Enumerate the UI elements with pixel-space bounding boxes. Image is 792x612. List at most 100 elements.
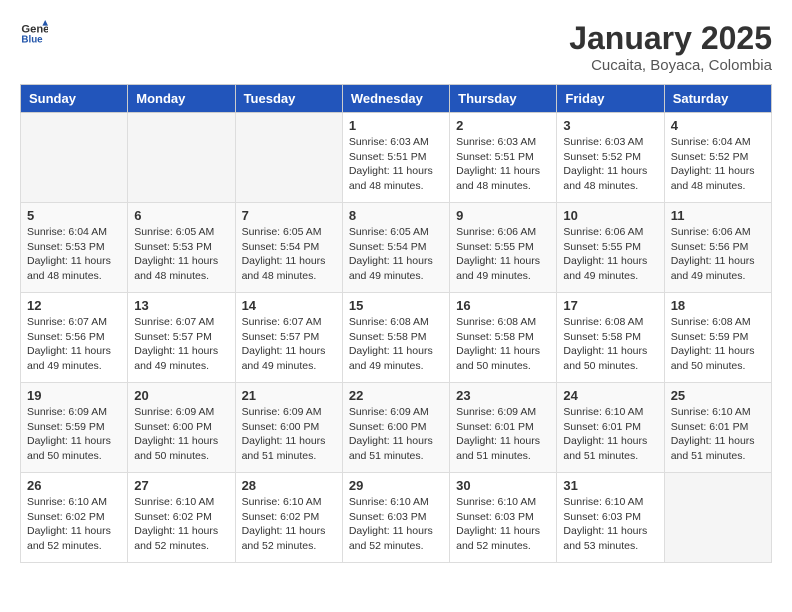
- day-number: 30: [456, 478, 550, 493]
- calendar-cell: 10 Sunrise: 6:06 AM Sunset: 5:55 PM Dayli…: [557, 203, 664, 293]
- calendar-cell: 1 Sunrise: 6:03 AM Sunset: 5:51 PM Daylig…: [342, 113, 449, 203]
- day-number: 31: [563, 478, 657, 493]
- calendar-cell: 7 Sunrise: 6:05 AM Sunset: 5:54 PM Daylig…: [235, 203, 342, 293]
- day-info: Sunrise: 6:10 AM Sunset: 6:02 PM Dayligh…: [27, 495, 121, 554]
- calendar-cell: 2Sunrise: 6:03 AM Sunset: 5:51 PM Daylig…: [450, 113, 557, 203]
- calendar-week-3: 12 Sunrise: 6:07 AM Sunset: 5:56 PM Dayli…: [21, 293, 772, 383]
- day-info: Sunrise: 6:04 AM Sunset: 5:52 PM Dayligh…: [671, 135, 765, 194]
- day-number: 26: [27, 478, 121, 493]
- day-number: 4: [671, 118, 765, 133]
- calendar-cell: [235, 113, 342, 203]
- calendar-header-row: SundayMondayTuesdayWednesdayThursdayFrid…: [21, 85, 772, 113]
- day-number: 16: [456, 298, 550, 313]
- day-info: Sunrise: 6:03 AM Sunset: 5:51 PM Dayligh…: [349, 135, 443, 194]
- day-info: Sunrise: 6:09 AM Sunset: 6:00 PM Dayligh…: [242, 405, 336, 464]
- calendar-week-4: 19 Sunrise: 6:09 AM Sunset: 5:59 PM Dayli…: [21, 383, 772, 473]
- calendar-cell: 21Sunrise: 6:09 AM Sunset: 6:00 PM Dayli…: [235, 383, 342, 473]
- day-number: 22: [349, 388, 443, 403]
- day-info: Sunrise: 6:08 AM Sunset: 5:58 PM Dayligh…: [456, 315, 550, 374]
- calendar-cell: 11 Sunrise: 6:06 AM Sunset: 5:56 PM Dayli…: [664, 203, 771, 293]
- day-number: 6: [134, 208, 228, 223]
- day-info: Sunrise: 6:06 AM Sunset: 5:55 PM Dayligh…: [563, 225, 657, 284]
- day-info: Sunrise: 6:09 AM Sunset: 5:59 PM Dayligh…: [27, 405, 121, 464]
- header-tuesday: Tuesday: [235, 85, 342, 113]
- day-info: Sunrise: 6:08 AM Sunset: 5:58 PM Dayligh…: [563, 315, 657, 374]
- day-number: 2: [456, 118, 550, 133]
- day-number: 14: [242, 298, 336, 313]
- header-sunday: Sunday: [21, 85, 128, 113]
- day-number: 29: [349, 478, 443, 493]
- day-number: 23: [456, 388, 550, 403]
- calendar-cell: 18 Sunrise: 6:08 AM Sunset: 5:59 PM Dayli…: [664, 293, 771, 383]
- calendar-cell: 30Sunrise: 6:10 AM Sunset: 6:03 PM Dayli…: [450, 473, 557, 563]
- day-info: Sunrise: 6:10 AM Sunset: 6:01 PM Dayligh…: [563, 405, 657, 464]
- calendar-cell: 12 Sunrise: 6:07 AM Sunset: 5:56 PM Dayli…: [21, 293, 128, 383]
- day-info: Sunrise: 6:08 AM Sunset: 5:59 PM Dayligh…: [671, 315, 765, 374]
- day-info: Sunrise: 6:05 AM Sunset: 5:53 PM Dayligh…: [134, 225, 228, 284]
- day-info: Sunrise: 6:08 AM Sunset: 5:58 PM Dayligh…: [349, 315, 443, 374]
- calendar-cell: 20 Sunrise: 6:09 AM Sunset: 6:00 PM Dayli…: [128, 383, 235, 473]
- day-info: Sunrise: 6:07 AM Sunset: 5:56 PM Dayligh…: [27, 315, 121, 374]
- day-number: 15: [349, 298, 443, 313]
- calendar-week-2: 5Sunrise: 6:04 AM Sunset: 5:53 PM Daylig…: [21, 203, 772, 293]
- page-title: January 2025: [569, 20, 772, 57]
- header-thursday: Thursday: [450, 85, 557, 113]
- day-number: 11: [671, 208, 765, 223]
- calendar-cell: 13 Sunrise: 6:07 AM Sunset: 5:57 PM Dayli…: [128, 293, 235, 383]
- day-number: 5: [27, 208, 121, 223]
- calendar-cell: 19 Sunrise: 6:09 AM Sunset: 5:59 PM Dayli…: [21, 383, 128, 473]
- calendar-cell: 3 Sunrise: 6:03 AM Sunset: 5:52 PM Daylig…: [557, 113, 664, 203]
- day-info: Sunrise: 6:05 AM Sunset: 5:54 PM Dayligh…: [242, 225, 336, 284]
- header-friday: Friday: [557, 85, 664, 113]
- page-header: General Blue January 2025 Cucaita, Boyac…: [20, 20, 772, 74]
- day-number: 13: [134, 298, 228, 313]
- calendar-table: SundayMondayTuesdayWednesdayThursdayFrid…: [20, 84, 772, 563]
- page-subtitle: Cucaita, Boyaca, Colombia: [569, 57, 772, 74]
- calendar-cell: 5Sunrise: 6:04 AM Sunset: 5:53 PM Daylig…: [21, 203, 128, 293]
- day-number: 10: [563, 208, 657, 223]
- calendar-cell: 9 Sunrise: 6:06 AM Sunset: 5:55 PM Daylig…: [450, 203, 557, 293]
- day-number: 17: [563, 298, 657, 313]
- calendar-cell: 17 Sunrise: 6:08 AM Sunset: 5:58 PM Dayli…: [557, 293, 664, 383]
- day-number: 9: [456, 208, 550, 223]
- day-info: Sunrise: 6:06 AM Sunset: 5:56 PM Dayligh…: [671, 225, 765, 284]
- day-number: 27: [134, 478, 228, 493]
- calendar-cell: 29Sunrise: 6:10 AM Sunset: 6:03 PM Dayli…: [342, 473, 449, 563]
- calendar-cell: [128, 113, 235, 203]
- day-info: Sunrise: 6:09 AM Sunset: 6:00 PM Dayligh…: [349, 405, 443, 464]
- day-info: Sunrise: 6:10 AM Sunset: 6:03 PM Dayligh…: [563, 495, 657, 554]
- day-number: 19: [27, 388, 121, 403]
- day-info: Sunrise: 6:03 AM Sunset: 5:52 PM Dayligh…: [563, 135, 657, 194]
- day-number: 25: [671, 388, 765, 403]
- day-info: Sunrise: 6:07 AM Sunset: 5:57 PM Dayligh…: [134, 315, 228, 374]
- header-saturday: Saturday: [664, 85, 771, 113]
- day-number: 1: [349, 118, 443, 133]
- calendar-cell: [664, 473, 771, 563]
- calendar-cell: 14Sunrise: 6:07 AM Sunset: 5:57 PM Dayli…: [235, 293, 342, 383]
- day-info: Sunrise: 6:05 AM Sunset: 5:54 PM Dayligh…: [349, 225, 443, 284]
- svg-text:Blue: Blue: [21, 34, 43, 45]
- calendar-week-1: 1 Sunrise: 6:03 AM Sunset: 5:51 PM Daylig…: [21, 113, 772, 203]
- day-number: 24: [563, 388, 657, 403]
- day-info: Sunrise: 6:06 AM Sunset: 5:55 PM Dayligh…: [456, 225, 550, 284]
- day-number: 3: [563, 118, 657, 133]
- calendar-cell: 23 Sunrise: 6:09 AM Sunset: 6:01 PM Dayli…: [450, 383, 557, 473]
- day-number: 28: [242, 478, 336, 493]
- calendar-cell: 26 Sunrise: 6:10 AM Sunset: 6:02 PM Dayli…: [21, 473, 128, 563]
- calendar-cell: 28 Sunrise: 6:10 AM Sunset: 6:02 PM Dayli…: [235, 473, 342, 563]
- day-info: Sunrise: 6:09 AM Sunset: 6:01 PM Dayligh…: [456, 405, 550, 464]
- day-info: Sunrise: 6:10 AM Sunset: 6:02 PM Dayligh…: [242, 495, 336, 554]
- day-number: 8: [349, 208, 443, 223]
- logo: General Blue: [20, 20, 48, 48]
- day-number: 20: [134, 388, 228, 403]
- day-number: 18: [671, 298, 765, 313]
- header-wednesday: Wednesday: [342, 85, 449, 113]
- day-info: Sunrise: 6:10 AM Sunset: 6:02 PM Dayligh…: [134, 495, 228, 554]
- calendar-cell: 15 Sunrise: 6:08 AM Sunset: 5:58 PM Dayli…: [342, 293, 449, 383]
- calendar-cell: 22 Sunrise: 6:09 AM Sunset: 6:00 PM Dayli…: [342, 383, 449, 473]
- day-number: 12: [27, 298, 121, 313]
- day-info: Sunrise: 6:09 AM Sunset: 6:00 PM Dayligh…: [134, 405, 228, 464]
- calendar-cell: 16 Sunrise: 6:08 AM Sunset: 5:58 PM Dayli…: [450, 293, 557, 383]
- day-number: 7: [242, 208, 336, 223]
- header-monday: Monday: [128, 85, 235, 113]
